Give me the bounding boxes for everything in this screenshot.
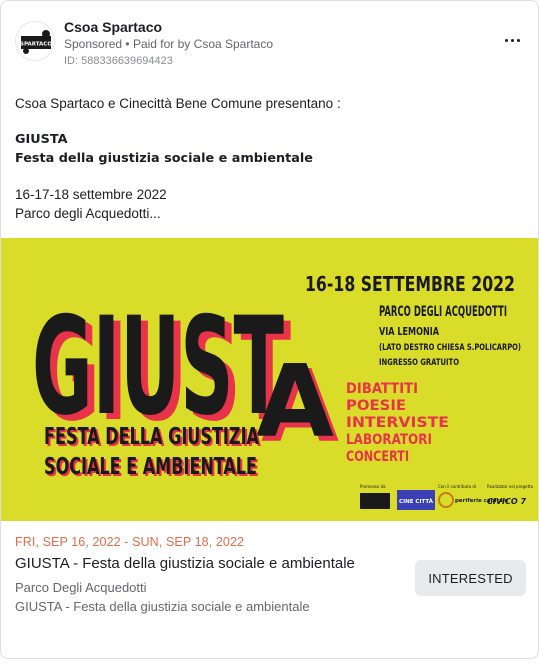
poster-letter-a: A	[256, 343, 334, 460]
poster-festa-line1: FESTA DELLA GIUSTIZIA	[44, 424, 259, 450]
body-location: Parco degli Acquedotti...	[15, 206, 161, 221]
logo-cinecitta: CINE CITTÀ	[399, 498, 434, 505]
poster-credit: Con il contributo di	[438, 484, 476, 489]
event-description: GIUSTA - Festa della giustizia sociale e…	[15, 599, 310, 614]
poster-festa-line2: SOCIALE E AMBIENTALE	[44, 454, 257, 480]
event-date-range: FRI, SEP 16, 2022 - SUN, SEP 18, 2022	[15, 535, 245, 549]
ad-card: SPARTACO Csoa Spartaco Sponsored • Paid …	[0, 0, 539, 659]
body-title: GIUSTA	[15, 132, 68, 147]
body-intro: Csoa Spartaco e Cinecittà Bene Comune pr…	[15, 96, 341, 111]
poster-activity: DIBATTITI	[346, 381, 418, 397]
paid-for-name: Csoa Spartaco	[193, 37, 274, 51]
poster-activity: CONCERTI	[346, 449, 409, 465]
poster-credit: Realizzato nel progetto	[487, 484, 534, 489]
body-dates: 16-17-18 settembre 2022	[15, 187, 167, 202]
body-subtitle: Festa della giustizia sociale e ambienta…	[15, 151, 313, 166]
poster-dates: 16-18 SETTEMBRE 2022	[305, 272, 515, 296]
poster-entry: INGRESSO GRATUITO	[379, 358, 459, 368]
separator-dot: •	[125, 37, 133, 51]
poster-detail: (LATO DESTRO CHIESA S.POLICARPO)	[379, 343, 521, 353]
poster-activity: LABORATORI	[346, 432, 432, 448]
paid-for-prefix: Paid for by	[132, 37, 191, 51]
poster-activity: INTERVISTE	[346, 415, 449, 431]
poster-street: VIA LEMONIA	[379, 325, 439, 338]
sponsored-line: Sponsored • Paid for by Csoa Spartaco	[64, 37, 273, 51]
more-horizontal-icon	[504, 38, 508, 42]
spartaco-logo-icon	[360, 493, 390, 509]
ad-header: SPARTACO Csoa Spartaco Sponsored • Paid …	[15, 19, 525, 75]
page-avatar[interactable]: SPARTACO	[15, 21, 55, 61]
ad-body-text: Csoa Spartaco e Cinecittà Bene Comune pr…	[15, 94, 525, 223]
event-poster-image[interactable]: GIUST GIUST A A FESTA DELLA GIUSTIZIA FE…	[1, 238, 538, 521]
poster-artwork: GIUST GIUST A A FESTA DELLA GIUSTIZIA FE…	[1, 238, 538, 521]
more-options-button[interactable]	[499, 27, 525, 53]
poster-main-word: GIUST	[32, 288, 284, 445]
avatar-text: SPARTACO	[20, 42, 52, 48]
interested-button[interactable]: INTERESTED	[415, 560, 526, 596]
poster-activity: POESIE	[346, 398, 406, 414]
sponsored-label: Sponsored	[64, 37, 123, 51]
spartaco-logo-icon: SPARTACO	[16, 22, 54, 60]
ad-id: ID: 588336639694423	[64, 55, 173, 67]
poster-venue: PARCO DEGLI ACQUEDOTTI	[379, 304, 507, 320]
page-name[interactable]: Csoa Spartaco	[64, 19, 162, 35]
logo-civico7: CIVICO 7	[487, 497, 526, 506]
poster-credit: Promosso da	[360, 484, 386, 489]
